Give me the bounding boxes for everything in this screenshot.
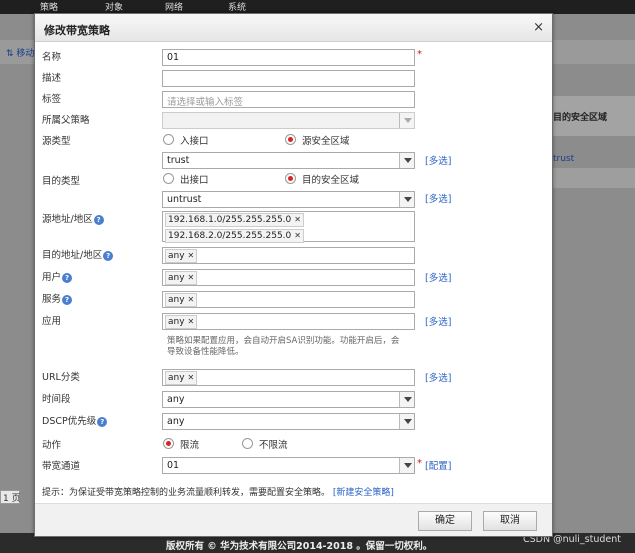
dialog-titlebar[interactable]: 修改带宽策略 × (35, 14, 552, 42)
dscp-select[interactable]: any (162, 413, 415, 430)
close-icon[interactable]: × (533, 20, 544, 35)
description-input[interactable] (162, 70, 415, 87)
service-label: 服务? (42, 291, 73, 305)
help-icon[interactable]: ? (62, 294, 73, 305)
table-cell-trust[interactable]: trust (553, 154, 574, 164)
help-icon[interactable]: ? (93, 214, 104, 225)
top-nav-bar: 策略 对象 网络 系统 (0, 0, 635, 14)
source-address-label: 源地址/地区? (42, 211, 104, 225)
radio-limit[interactable] (163, 438, 174, 449)
radio-limit-label: 限流 (180, 440, 200, 451)
remove-tag-icon[interactable]: ✕ (188, 251, 195, 260)
radio-ingress-interface[interactable] (163, 134, 174, 145)
url-category-tag: any ✕ (165, 371, 198, 385)
security-policy-tip: 提示：为保证受带宽策略控制的业务流量顺利转发，需要配置安全策略。 [新建安全策略… (42, 488, 394, 498)
chevron-down-icon[interactable] (399, 153, 414, 168)
application-tagbox[interactable]: any ✕ (162, 313, 415, 330)
remove-tag-icon[interactable]: ✕ (294, 231, 301, 240)
application-note: 策略如果配置应用，会自动开启SA识别功能。功能开启后，会导致设备性能降低。 (167, 336, 400, 357)
edit-bandwidth-policy-dialog: 修改带宽策略 × 名称 01 * 描述 标签 请选择或输入标签 所属父策略 源类… (34, 13, 553, 537)
parent-policy-label: 所属父策略 (42, 115, 90, 126)
source-address-tagbox[interactable]: 192.168.1.0/255.255.255.0 ✕ 192.168.2.0/2… (162, 211, 415, 243)
chevron-down-icon[interactable] (399, 458, 414, 473)
background-table-header: 目的安全区域 (553, 96, 635, 136)
remove-tag-icon[interactable]: ✕ (188, 273, 195, 282)
source-zone-select[interactable]: trust (162, 152, 415, 169)
application-multiselect-link[interactable]: [多选] (425, 314, 451, 328)
required-marker: * (417, 458, 422, 469)
move-toolbar-button[interactable]: ⇅ 移动 (6, 46, 34, 59)
user-tag: any ✕ (165, 271, 198, 285)
configure-channel-link[interactable]: [配置] (425, 458, 451, 472)
radio-egress-interface-label: 出接口 (180, 175, 209, 186)
radio-no-limit-label: 不限流 (259, 440, 288, 451)
remove-tag-icon[interactable]: ✕ (188, 373, 195, 382)
user-multiselect-link[interactable]: [多选] (425, 270, 451, 284)
radio-egress-interface[interactable] (163, 173, 174, 184)
nav-item-object[interactable]: 对象 (105, 0, 123, 13)
radio-source-zone-label: 源安全区域 (302, 136, 350, 147)
source-address-tag: 192.168.2.0/255.255.255.0 ✕ (165, 229, 304, 243)
schedule-select[interactable]: any (162, 391, 415, 408)
tag-input[interactable]: 请选择或输入标签 (162, 91, 415, 108)
help-icon[interactable]: ? (97, 416, 108, 427)
copyright-text: 版权所有 © 华为技术有限公司2014-2018 。保留一切权利。 (166, 541, 433, 552)
dest-address-tag: any ✕ (165, 249, 198, 263)
help-icon[interactable]: ? (62, 272, 73, 283)
remove-tag-icon[interactable]: ✕ (188, 295, 195, 304)
cancel-button[interactable]: 取消 (483, 511, 537, 531)
nav-item-system[interactable]: 系统 (228, 0, 246, 13)
application-label: 应用 (42, 316, 62, 327)
background-table-row: trust (553, 154, 635, 188)
new-security-policy-link[interactable]: [新建安全策略] (333, 488, 394, 498)
application-tag: any ✕ (165, 315, 198, 329)
description-label: 描述 (42, 73, 62, 84)
help-icon[interactable]: ? (103, 250, 114, 261)
source-zone-multiselect-link[interactable]: [多选] (425, 153, 451, 167)
service-tagbox[interactable]: any ✕ (162, 291, 415, 308)
chevron-down-icon[interactable] (399, 392, 414, 407)
chevron-down-icon[interactable] (399, 192, 414, 207)
dest-address-tagbox[interactable]: any ✕ (162, 247, 415, 264)
dialog-button-bar: 确定 取消 (35, 503, 552, 536)
tag-label: 标签 (42, 94, 62, 105)
chevron-down-icon (399, 113, 414, 128)
source-address-tag: 192.168.1.0/255.255.255.0 ✕ (165, 213, 304, 227)
dest-zone-select[interactable]: untrust (162, 191, 415, 208)
radio-ingress-interface-label: 入接口 (180, 136, 209, 147)
table-header-dest-zone: 目的安全区域 (553, 113, 608, 123)
dialog-title: 修改带宽策略 (44, 24, 110, 37)
name-label: 名称 (42, 52, 62, 63)
url-category-label: URL分类 (42, 372, 80, 383)
bandwidth-channel-label: 带宽通道 (42, 461, 81, 472)
url-category-tagbox[interactable]: any ✕ (162, 369, 415, 386)
nav-item-policy[interactable]: 策略 (40, 0, 58, 13)
parent-policy-select (162, 112, 415, 129)
name-input[interactable]: 01 (162, 49, 415, 66)
radio-source-zone[interactable] (285, 134, 296, 145)
dest-zone-multiselect-link[interactable]: [多选] (425, 191, 451, 205)
service-tag: any ✕ (165, 293, 198, 307)
ok-button[interactable]: 确定 (418, 511, 472, 531)
dscp-label: DSCP优先级? (42, 413, 108, 427)
radio-no-limit[interactable] (242, 438, 253, 449)
chevron-down-icon[interactable] (399, 414, 414, 429)
remove-tag-icon[interactable]: ✕ (294, 215, 301, 224)
required-marker: * (417, 49, 422, 60)
user-label: 用户? (42, 269, 73, 283)
bandwidth-channel-select[interactable]: 01 (162, 457, 415, 474)
source-type-label: 源类型 (42, 136, 71, 147)
url-category-multiselect-link[interactable]: [多选] (425, 370, 451, 384)
action-label: 动作 (42, 440, 62, 451)
dest-address-label: 目的地址/地区? (42, 247, 114, 261)
radio-dest-zone-label: 目的安全区域 (302, 175, 360, 186)
user-tagbox[interactable]: any ✕ (162, 269, 415, 286)
remove-tag-icon[interactable]: ✕ (188, 317, 195, 326)
nav-item-network[interactable]: 网络 (165, 0, 183, 13)
schedule-label: 时间段 (42, 394, 71, 405)
dest-type-label: 目的类型 (42, 176, 81, 187)
pagination-page[interactable]: 1 页 (0, 490, 21, 504)
radio-dest-zone[interactable] (285, 173, 296, 184)
